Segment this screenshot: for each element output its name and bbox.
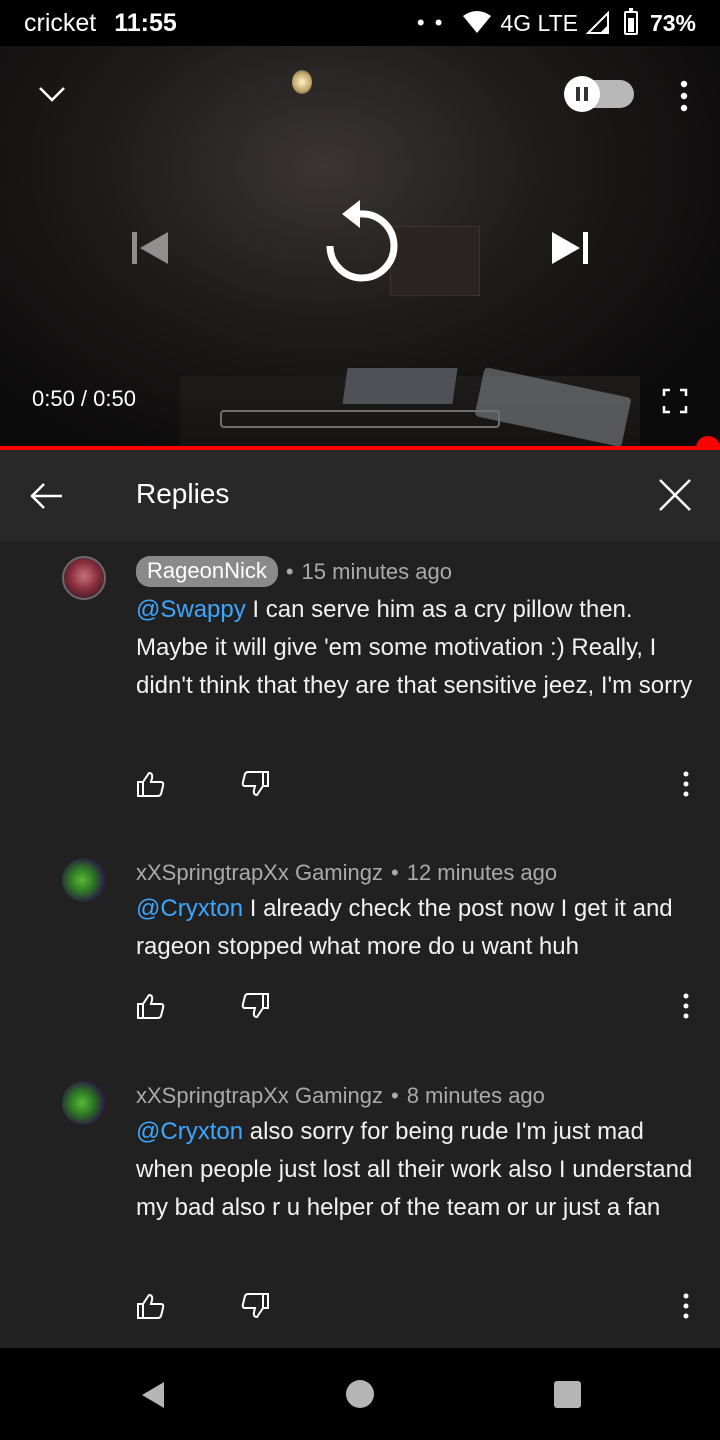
skip-previous-icon[interactable] (128, 228, 172, 268)
comment-item: xXSpringtrapXx Gamingz • 12 minutes ago … (0, 842, 720, 1064)
comment-item: xXSpringtrapXx Gamingz • 8 minutes ago @… (0, 1064, 720, 1348)
comment-text: @Swappy I can serve him as a cry pillow … (136, 591, 696, 705)
more-vert-icon[interactable] (676, 992, 696, 1020)
video-frame-laptop (342, 368, 458, 404)
fullscreen-icon[interactable] (660, 386, 690, 416)
comment-meta: RageonNick • 15 minutes ago (136, 556, 452, 587)
comment-item: RageonNick • 15 minutes ago @Swappy I ca… (0, 542, 720, 842)
author-name[interactable]: xXSpringtrapXx Gamingz (136, 1083, 383, 1109)
nav-recents-icon[interactable] (554, 1381, 581, 1408)
network-type: 4G LTE (500, 9, 578, 36)
mention-link[interactable]: @Cryxton (136, 895, 243, 922)
skip-next-icon[interactable] (548, 228, 592, 268)
thumbs-down-icon[interactable] (240, 992, 270, 1020)
video-player[interactable]: 0:50 / 0:50 (0, 46, 720, 448)
comment-time: 15 minutes ago (301, 558, 452, 584)
video-frame-box (220, 410, 500, 428)
avatar[interactable] (62, 1081, 106, 1125)
more-vert-icon[interactable] (676, 770, 696, 798)
nav-back-icon[interactable] (138, 1380, 168, 1410)
replies-panel: Replies RageonNick • 15 minutes ago @Swa… (0, 450, 720, 1348)
battery-icon (623, 8, 638, 35)
status-bar: cricket 11:55 • • 4G LTE 73% (0, 0, 720, 46)
thumbs-down-icon[interactable] (240, 770, 270, 798)
thumbs-up-icon[interactable] (136, 1292, 166, 1320)
close-icon[interactable] (654, 474, 696, 516)
clock: 11:55 (114, 8, 177, 37)
pause-icon (564, 76, 600, 112)
comment-meta: xXSpringtrapXx Gamingz • 12 minutes ago (136, 860, 557, 886)
comment-text: @Cryxton also sorry for being rude I'm j… (136, 1113, 696, 1227)
autoplay-toggle[interactable] (564, 76, 634, 112)
battery-level: 73% (649, 9, 696, 36)
replay-icon[interactable] (320, 196, 400, 292)
mention-link[interactable]: @Cryxton (136, 1118, 243, 1145)
replies-header: Replies (0, 450, 720, 542)
notification-dots-icon: • • (416, 10, 445, 35)
comment-text: @Cryxton I already check the post now I … (136, 890, 696, 966)
separator: • (391, 1083, 399, 1108)
separator: • (391, 860, 399, 885)
arrow-left-icon[interactable] (26, 476, 66, 516)
comment-time: 8 minutes ago (406, 1083, 545, 1108)
more-vert-icon[interactable] (676, 1292, 696, 1320)
video-time: 0:50 / 0:50 (32, 386, 136, 411)
thumbs-up-icon[interactable] (136, 770, 166, 798)
signal-icon (585, 11, 609, 34)
mention-link[interactable]: @Swappy (136, 596, 246, 623)
avatar[interactable] (62, 556, 106, 600)
video-frame-shelf (390, 226, 480, 296)
author-name[interactable]: RageonNick (136, 556, 278, 587)
wifi-icon (463, 11, 492, 33)
video-frame-lamp (292, 70, 312, 94)
separator: • (285, 558, 294, 584)
comment-meta: xXSpringtrapXx Gamingz • 8 minutes ago (136, 1083, 545, 1109)
author-name[interactable]: xXSpringtrapXx Gamingz (136, 860, 383, 886)
carrier-name: cricket (24, 8, 97, 37)
more-vert-icon[interactable] (668, 76, 700, 116)
nav-home-icon[interactable] (346, 1380, 374, 1408)
chevron-down-icon[interactable] (34, 78, 70, 108)
comment-time: 12 minutes ago (406, 860, 558, 885)
panel-title: Replies (136, 478, 230, 509)
avatar[interactable] (62, 858, 106, 902)
thumbs-down-icon[interactable] (240, 1292, 270, 1320)
system-nav-bar (0, 1348, 720, 1440)
thumbs-up-icon[interactable] (136, 992, 166, 1020)
